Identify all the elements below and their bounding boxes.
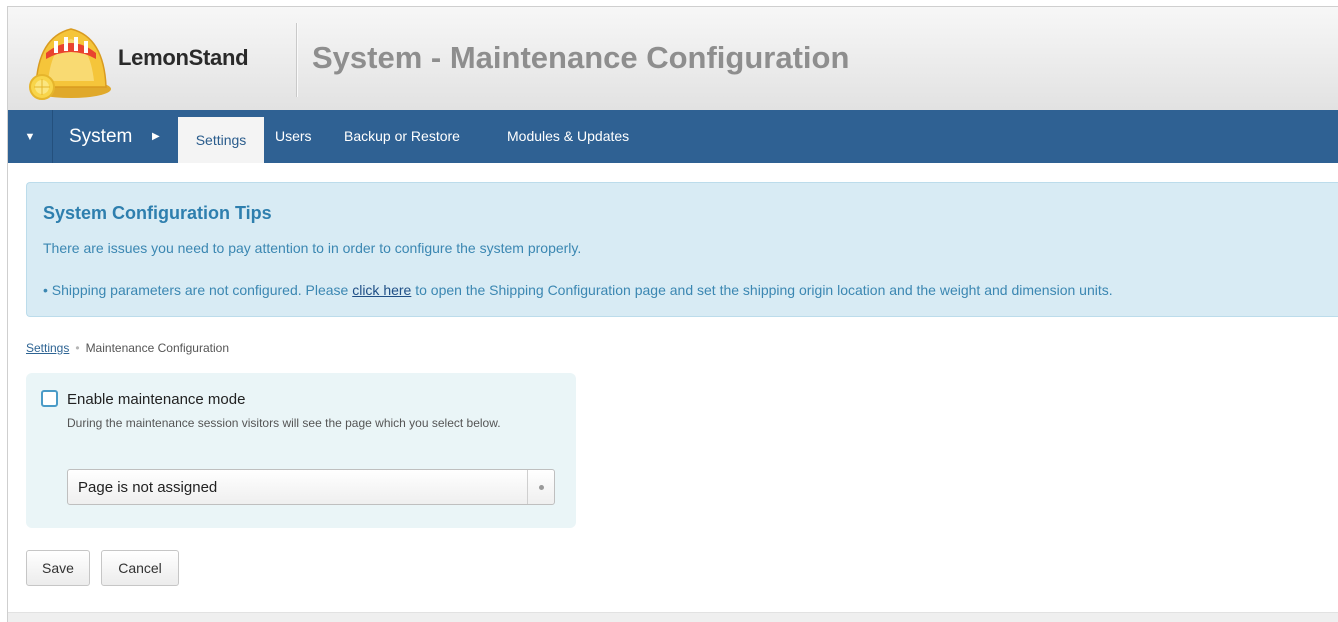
main-nav: ▼ System ▶ Settings Users Backup or Rest… — [8, 110, 1338, 163]
maintenance-form: Enable maintenance mode During the maint… — [26, 373, 576, 528]
maintenance-mode-help: During the maintenance session visitors … — [67, 416, 501, 430]
select-dropdown-icon[interactable] — [527, 470, 554, 504]
triangle-right-icon: ▶ — [152, 131, 160, 142]
breadcrumb-settings-link[interactable]: Settings — [26, 341, 69, 355]
breadcrumb-current: Maintenance Configuration — [85, 341, 229, 355]
triangle-down-icon: ▼ — [24, 130, 36, 143]
menu-toggle-button[interactable]: ▼ — [8, 110, 53, 163]
shipping-config-link[interactable]: click here — [352, 282, 411, 298]
maintenance-page-select-value: Page is not assigned — [78, 479, 218, 496]
tips-panel: System Configuration Tips There are issu… — [26, 182, 1338, 317]
dot-icon — [538, 484, 544, 490]
nav-section-title[interactable]: System — [69, 126, 132, 148]
save-button[interactable]: Save — [26, 550, 90, 586]
breadcrumb-separator-icon: • — [75, 341, 80, 355]
header: LemonStand System - Maintenance Configur… — [8, 7, 1338, 111]
breadcrumb: Settings • Maintenance Configuration — [26, 341, 229, 355]
cancel-button[interactable]: Cancel — [101, 550, 179, 586]
maintenance-mode-label[interactable]: Enable maintenance mode — [67, 391, 245, 408]
logo-name: LemonStand — [118, 45, 249, 70]
app-window: LemonStand System - Maintenance Configur… — [7, 6, 1338, 622]
tab-users[interactable]: Users — [275, 110, 312, 163]
tab-settings[interactable]: Settings — [178, 117, 264, 163]
tab-modules-updates[interactable]: Modules & Updates — [507, 110, 629, 163]
tab-backup-or-restore[interactable]: Backup or Restore — [344, 110, 460, 163]
maintenance-page-select[interactable]: Page is not assigned — [67, 469, 555, 505]
header-divider — [296, 23, 297, 97]
bullet-icon: • — [43, 282, 48, 298]
tips-text: There are issues you need to pay attenti… — [43, 240, 582, 256]
tips-item-text-before: Shipping parameters are not configured. … — [51, 282, 349, 298]
tips-item-text-after: to open the Shipping Configuration page … — [415, 282, 1113, 298]
tips-title: System Configuration Tips — [43, 203, 272, 223]
page-title: System - Maintenance Configuration — [312, 40, 850, 75]
tips-item: • Shipping parameters are not configured… — [43, 282, 1113, 298]
lemonstand-logo-icon[interactable] — [26, 15, 116, 103]
maintenance-mode-checkbox[interactable] — [41, 390, 58, 407]
